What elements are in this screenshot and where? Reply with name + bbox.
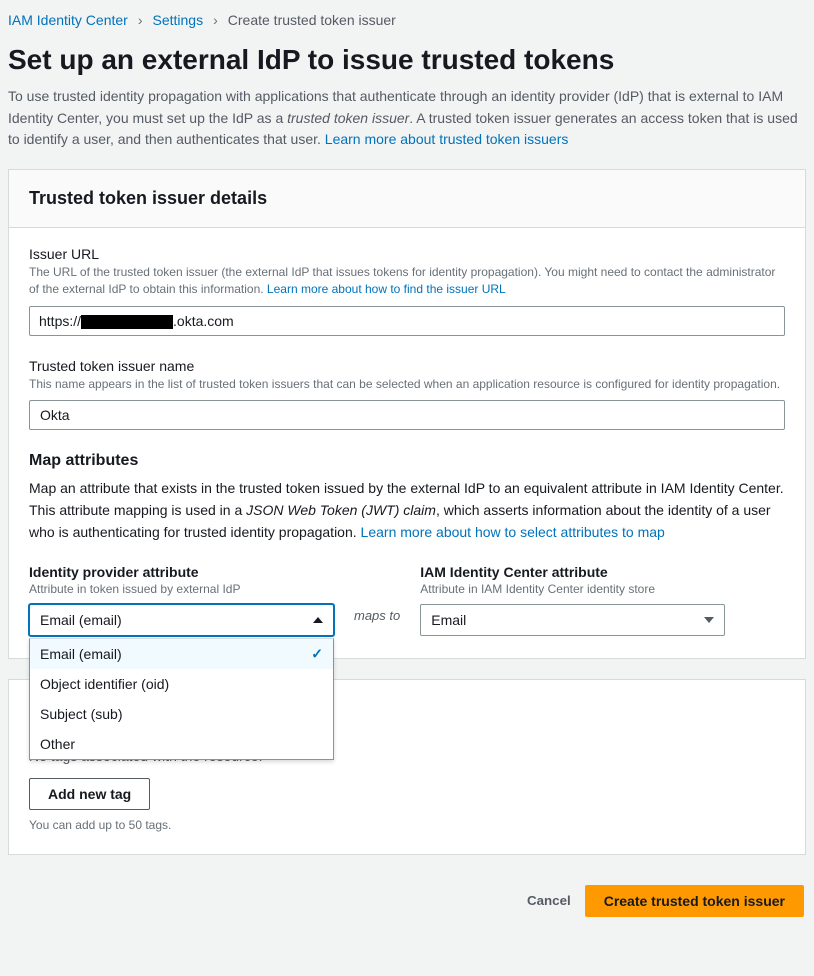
iam-attribute-select[interactable]: Email [420, 604, 725, 636]
tags-limit-note: You can add up to 50 tags. [29, 818, 785, 832]
map-attributes-desc: Map an attribute that exists in the trus… [29, 478, 785, 543]
caret-up-icon [313, 617, 323, 623]
idp-attribute-selected-value: Email (email) [40, 612, 122, 628]
iam-attribute-column: IAM Identity Center attribute Attribute … [420, 564, 725, 636]
issuer-name-hint: This name appears in the list of trusted… [29, 376, 785, 393]
create-trusted-token-issuer-button[interactable]: Create trusted token issuer [585, 885, 804, 917]
learn-more-map-link[interactable]: Learn more about how to select attribute… [361, 524, 665, 540]
panel-header-issuer-details: Trusted token issuer details [9, 170, 805, 228]
caret-down-icon [704, 617, 714, 623]
iam-attribute-head: IAM Identity Center attribute [420, 564, 725, 580]
breadcrumb-current: Create trusted token issuer [228, 12, 396, 28]
iam-attribute-selected-value: Email [431, 612, 466, 628]
chevron-right-icon: › [213, 12, 218, 28]
idp-attribute-sub: Attribute in token issued by external Id… [29, 582, 334, 596]
breadcrumb-link-iam[interactable]: IAM Identity Center [8, 12, 128, 28]
learn-more-issuers-link[interactable]: Learn more about trusted token issuers [325, 131, 569, 147]
add-new-tag-button[interactable]: Add new tag [29, 778, 150, 810]
footer-actions: Cancel Create trusted token issuer [8, 875, 806, 917]
page-title: Set up an external IdP to issue trusted … [8, 44, 806, 76]
issuer-name-input[interactable] [29, 400, 785, 430]
cancel-button[interactable]: Cancel [527, 885, 571, 917]
dropdown-option-other[interactable]: Other [30, 729, 333, 759]
idp-attribute-head: Identity provider attribute [29, 564, 334, 580]
map-attributes-heading: Map attributes [29, 452, 785, 470]
chevron-right-icon: › [138, 12, 143, 28]
page-desc-em: trusted token issuer [287, 110, 409, 126]
field-issuer-name: Trusted token issuer name This name appe… [29, 358, 785, 431]
panel-issuer-details: Trusted token issuer details Issuer URL … [8, 169, 806, 658]
maps-to-label: maps to [354, 564, 400, 623]
field-issuer-url: Issuer URL The URL of the trusted token … [29, 246, 785, 336]
issuer-name-label: Trusted token issuer name [29, 358, 785, 374]
breadcrumb-link-settings[interactable]: Settings [153, 12, 204, 28]
issuer-url-input[interactable] [29, 306, 785, 336]
dropdown-option-email[interactable]: Email (email) ✓ [30, 639, 333, 669]
attribute-mapping-row: Identity provider attribute Attribute in… [29, 564, 785, 636]
iam-attribute-sub: Attribute in IAM Identity Center identit… [420, 582, 725, 596]
dropdown-option-oid[interactable]: Object identifier (oid) [30, 669, 333, 699]
dropdown-option-sub[interactable]: Subject (sub) [30, 699, 333, 729]
idp-attribute-dropdown: Email (email) ✓ Object identifier (oid) … [29, 638, 334, 760]
learn-more-issuer-url-link[interactable]: Learn more about how to find the issuer … [267, 282, 506, 296]
check-icon: ✓ [311, 645, 323, 662]
issuer-url-label: Issuer URL [29, 246, 785, 262]
page-description: To use trusted identity propagation with… [8, 86, 806, 151]
issuer-url-hint: The URL of the trusted token issuer (the… [29, 264, 785, 298]
idp-attribute-column: Identity provider attribute Attribute in… [29, 564, 334, 636]
breadcrumb: IAM Identity Center › Settings › Create … [8, 8, 806, 44]
idp-attribute-select[interactable]: Email (email) [29, 604, 334, 636]
